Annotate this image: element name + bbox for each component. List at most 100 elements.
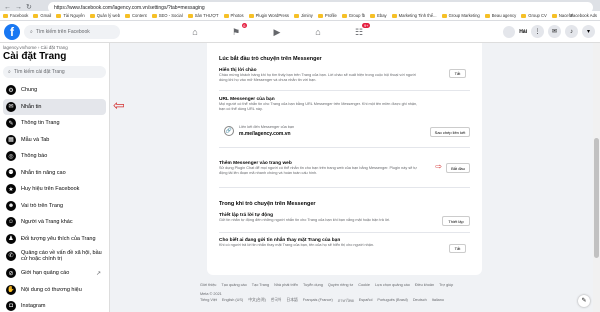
section-title: Lúc bắt đầu trò chuyện trên Messenger xyxy=(219,56,322,62)
folder-icon xyxy=(89,13,95,18)
sidebar-item-label: Quảng cáo về vấn đề xã hội, bầu cử hoặc … xyxy=(21,250,102,262)
breadcrumb[interactable]: lagency.vn/home › Cài đặt Trang xyxy=(3,45,106,50)
bookmark-item[interactable]: Profile xyxy=(317,13,337,18)
language-link[interactable]: 한국어 xyxy=(271,298,281,304)
compose-icon[interactable]: ✎ xyxy=(578,295,590,307)
link-icon: 🔗 xyxy=(224,126,234,136)
bookmark-item[interactable]: Content xyxy=(125,13,147,18)
edit-icon: ✎ xyxy=(6,118,16,129)
groups-icon[interactable]: ☷ 9+ xyxy=(347,23,371,40)
sidebar-list: ⚙ Chung ✉ Nhắn tin ✎ Thông tin Trang ▦ Mẫu và T… xyxy=(3,82,106,312)
sidebar-item-7[interactable]: ☻ Vai trò trên Trang xyxy=(3,198,106,215)
greeting-toggle[interactable]: Tắt xyxy=(449,69,466,78)
language-link[interactable]: Deutsch xyxy=(413,298,427,304)
bookmark-item[interactable]: Plugin WordPress xyxy=(248,13,290,18)
bookmark-item[interactable]: Marketing Tinh thể... xyxy=(391,13,437,18)
url-value[interactable]: m.me/lagency.com.vn xyxy=(239,131,291,137)
bookmark-item[interactable]: Group Marketing xyxy=(441,13,480,18)
scrollbar-thumb[interactable] xyxy=(594,138,599,258)
bookmark-label: Plugin WordPress xyxy=(255,13,290,18)
settings-search[interactable]: ⌕ Tìm kiếm cài đặt Trang xyxy=(3,66,106,78)
sidebar-item-6[interactable]: ★ Huy hiệu trên Facebook xyxy=(3,181,106,198)
watch-icon[interactable]: ▶ xyxy=(265,24,289,40)
menu-icon[interactable]: ⋮ xyxy=(531,25,544,38)
footer-link[interactable]: Nhà phát triển xyxy=(274,283,298,287)
bookmark-item[interactable]: Facebook Ads xyxy=(570,13,597,18)
folder-icon xyxy=(484,13,490,18)
bookmark-item[interactable]: Tài Nguyên xyxy=(56,13,85,18)
language-link[interactable]: Tiếng Việt xyxy=(200,298,217,304)
sidebar-item-8[interactable]: ☺ Người và Trang khác xyxy=(3,214,106,231)
sidebar-item-0[interactable]: ⚙ Chung xyxy=(3,82,106,99)
sidebar-item-10[interactable]: ✆ Quảng cáo về vấn đề xã hội, bầu cử hoặc… xyxy=(3,247,106,265)
home-icon[interactable]: ⌂ xyxy=(183,24,207,40)
pages-icon[interactable]: ⚑ 6 xyxy=(224,23,248,40)
language-link[interactable]: 中文(台灣) xyxy=(248,298,266,304)
language-link[interactable]: ภาษาไทย xyxy=(338,298,354,304)
language-link[interactable]: Français (France) xyxy=(303,298,333,304)
greeting-setting: Hiển thị lời chào Chào mừng khách hàng k… xyxy=(219,65,422,83)
sidebar-item-9[interactable]: ♟ Đối tượng yêu thích của Trang xyxy=(3,231,106,248)
bookmark-label: Jiminy xyxy=(301,13,313,18)
sidebar-item-2[interactable]: ✎ Thông tin Trang xyxy=(3,115,106,132)
section-start-conversation: Lúc bắt đầu trò chuyện trên Messenger xyxy=(219,56,470,62)
bookmark-item[interactable]: Beau agency xyxy=(484,13,517,18)
sidebar-item-4[interactable]: ◎ Thông báo xyxy=(3,148,106,165)
sidebar-item-11[interactable]: ⊘ Giới hạn quảng cáo ↗ xyxy=(3,265,106,282)
footer-link[interactable]: Tạo quảng cáo xyxy=(221,283,246,287)
footer-link[interactable]: Điều khoản xyxy=(415,283,434,287)
bookmark-item[interactable]: Ebay xyxy=(370,13,387,18)
get-started-button[interactable]: Bắt đầu xyxy=(446,163,470,173)
folder-icon xyxy=(187,13,193,18)
avatar[interactable] xyxy=(503,25,516,38)
bookmark-label: Photos xyxy=(230,13,244,18)
sidebar-item-5[interactable]: ⚉ Nhắn tin nâng cao xyxy=(3,165,106,182)
user-name[interactable]: Hải xyxy=(519,29,527,35)
bookmark-label: Beau agency xyxy=(491,13,517,18)
language-link[interactable]: Español xyxy=(359,298,373,304)
footer-link[interactable]: Cookie xyxy=(358,283,370,287)
facebook-logo[interactable]: f xyxy=(4,24,20,40)
bookmark-item[interactable]: Sản THƯỢT xyxy=(187,13,219,18)
pages-badge: 6 xyxy=(241,23,247,28)
bookmark-item[interactable]: Quản lý web xyxy=(89,13,120,18)
sidebar-item-1[interactable]: ✉ Nhắn tin xyxy=(3,98,106,115)
page-footer: Giới thiệu Tạo quảng cáo Tạo Trang Nhà phát… xyxy=(200,283,500,304)
bookmark-item[interactable]: SEO - Social xyxy=(151,13,183,18)
external-link-icon: ↗ xyxy=(95,270,101,277)
sidebar-item-13[interactable]: ◘ Instagram xyxy=(3,298,106,312)
bookmark-item[interactable]: Group fb xyxy=(341,13,366,18)
footer-link[interactable]: Tuyển dụng xyxy=(303,283,323,287)
sidebar-item-12[interactable]: ✋ Nội dung có thương hiệu xyxy=(3,282,106,299)
bookmark-item[interactable]: Photos xyxy=(223,13,244,18)
language-link[interactable]: English (US) xyxy=(222,298,243,304)
marketplace-icon[interactable]: ⌂ xyxy=(306,24,330,40)
footer-link[interactable]: Giới thiệu xyxy=(200,283,216,287)
account-dropdown-icon[interactable]: ▾ xyxy=(582,25,595,38)
identity-toggle[interactable]: Tắt xyxy=(449,244,466,253)
bookmark-item[interactable]: Facebook xyxy=(3,13,28,18)
bookmark-label: Group CV xyxy=(528,13,547,18)
sidebar-item-3[interactable]: ▦ Mẫu và Tab xyxy=(3,132,106,149)
language-link[interactable]: Português (Brasil) xyxy=(377,298,407,304)
messenger-icon[interactable]: ✉ xyxy=(548,25,561,38)
bookmark-item[interactable]: Gmail xyxy=(33,13,51,18)
footer-link[interactable]: Lựa chọn quảng cáo xyxy=(375,283,410,287)
bookmark-item[interactable]: Group CV xyxy=(521,13,547,18)
users-icon: ♟ xyxy=(6,233,16,244)
copy-link-button[interactable]: Sao chép liên kết xyxy=(430,127,470,137)
language-links: Tiếng Việt English (US) 中文(台灣) 한국어 日本語 França… xyxy=(200,298,500,304)
footer-link[interactable]: Quyền riêng tư xyxy=(328,283,353,287)
language-link[interactable]: 日本語 xyxy=(286,298,297,304)
bookmark-item[interactable]: Jiminy xyxy=(294,13,313,18)
bookmark-label: Group fb xyxy=(348,13,366,18)
setup-button[interactable]: Thiết lập xyxy=(442,216,470,226)
page-scrollbar[interactable] xyxy=(593,43,600,312)
sidebar-item-label: Nhắn tin xyxy=(21,103,42,110)
footer-link[interactable]: Trợ giúp xyxy=(439,283,453,287)
folder-icon xyxy=(33,13,39,18)
facebook-search[interactable]: ⌕ Tìm kiếm trên Facebook xyxy=(24,25,120,39)
language-link[interactable]: Italiano xyxy=(432,298,444,304)
footer-link[interactable]: Tạo Trang xyxy=(252,283,269,287)
notification-icon[interactable]: ♪ xyxy=(565,25,578,38)
